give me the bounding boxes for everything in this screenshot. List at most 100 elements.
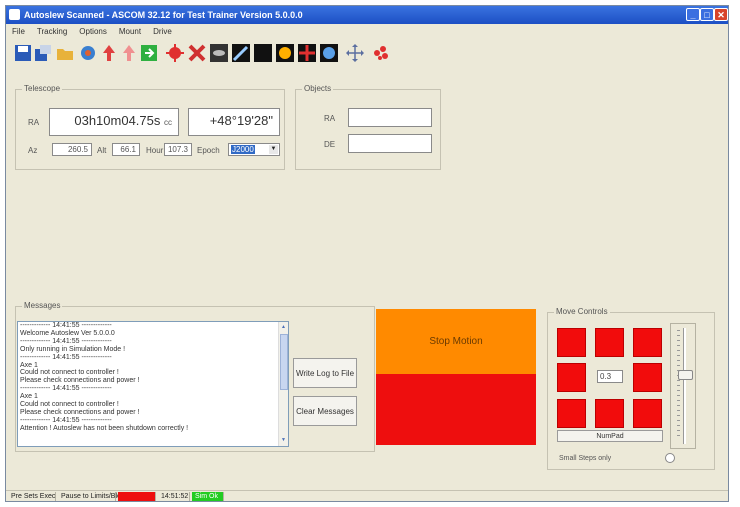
ra-label: RA — [28, 118, 40, 127]
objects-group: Objects RA DE — [295, 84, 441, 170]
messages-list[interactable]: ------------- 14:41:55 ------------- Welc… — [17, 321, 289, 447]
app-window: Autoslew Scanned - ASCOM 32.12 for Test … — [5, 5, 729, 502]
app-icon — [9, 9, 20, 20]
status-bar: Pre Sets Exec Pause to Limits/Ble 14:51:… — [6, 490, 728, 501]
comet-icon[interactable] — [232, 44, 250, 62]
menu-bar: File Tracking Options Mount Drive — [6, 25, 728, 39]
scroll-down-icon[interactable]: ▼ — [280, 437, 287, 444]
menu-options[interactable]: Options — [73, 25, 113, 39]
dec-display: +48°19'28" — [188, 108, 280, 136]
alt-label: Alt — [97, 146, 107, 155]
move-ne-button[interactable] — [633, 328, 662, 357]
menu-mount[interactable]: Mount — [113, 25, 147, 39]
epoch-value: J2000 — [231, 145, 255, 154]
maximize-button[interactable]: □ — [700, 8, 714, 21]
toolbar — [10, 41, 728, 67]
message-line: Axe 1 — [20, 393, 38, 401]
status-presets: Pre Sets Exec — [8, 492, 56, 501]
move-south-button[interactable] — [595, 399, 624, 428]
obj-ra-field — [348, 108, 432, 127]
status-error — [118, 492, 156, 501]
speed-slider[interactable] — [670, 323, 696, 449]
message-line: ------------- 14:41:55 ------------- — [20, 337, 112, 345]
moon-icon[interactable] — [254, 44, 272, 62]
window-title: Autoslew Scanned - ASCOM 32.12 for Test … — [24, 10, 303, 20]
move-icon[interactable] — [346, 44, 364, 62]
galaxy-icon[interactable] — [210, 44, 228, 62]
message-line: Could not connect to controller ! — [20, 369, 119, 377]
message-line: ------------- 14:41:55 ------------- — [20, 416, 112, 424]
az-label: Az — [28, 146, 38, 155]
close-button[interactable]: ✕ — [714, 8, 728, 21]
cluster-icon[interactable] — [372, 44, 390, 62]
message-line: ------------- 14:41:55 ------------- — [20, 353, 112, 361]
message-line: Please check connections and power ! — [20, 408, 140, 416]
messages-label: Messages — [22, 301, 63, 310]
chevron-down-icon[interactable]: ▼ — [269, 145, 278, 154]
move-west-button[interactable] — [557, 363, 586, 392]
alt-value: 66.1 — [112, 143, 140, 156]
exit-icon[interactable] — [140, 44, 158, 62]
move-sw-button[interactable] — [557, 399, 586, 428]
open-folder-icon[interactable] — [56, 44, 74, 62]
message-line: ------------- 14:41:55 ------------- — [20, 322, 112, 329]
move-nw-button[interactable] — [557, 328, 586, 357]
message-line: Please check connections and power ! — [20, 377, 140, 385]
numpad-button[interactable]: NumPad — [557, 430, 663, 442]
ra-unit: cc — [164, 118, 172, 127]
status-pause: Pause to Limits/Ble — [58, 492, 121, 501]
satellite-icon[interactable] — [188, 44, 206, 62]
scroll-up-icon[interactable]: ▲ — [280, 324, 287, 331]
move-north-button[interactable] — [595, 328, 624, 357]
connect-icon[interactable] — [34, 44, 52, 62]
write-log-button[interactable]: Write Log to File — [293, 358, 357, 388]
epoch-label: Epoch — [197, 146, 220, 155]
save-icon[interactable] — [14, 44, 32, 62]
move-se-button[interactable] — [633, 399, 662, 428]
ra-value: 03h10m04.75s — [74, 113, 161, 128]
stop-motion-button[interactable]: Stop Motion — [376, 309, 536, 374]
menu-tracking[interactable]: Tracking — [31, 25, 73, 39]
title-bar: Autoslew Scanned - ASCOM 32.12 for Test … — [6, 6, 728, 24]
status-time: 14:51:52 — [158, 492, 190, 501]
slider-thumb[interactable] — [678, 370, 693, 380]
message-line: Axe 1 — [20, 361, 38, 369]
message-line: Welcome Autoslew Ver 5.0.0.0 — [20, 329, 115, 337]
small-steps-label: Small Steps only — [559, 455, 612, 462]
message-line: Could not connect to controller ! — [20, 401, 119, 409]
park-icon[interactable] — [120, 44, 138, 62]
hour-value: 107.3 — [164, 143, 192, 156]
slider-track — [683, 328, 686, 444]
crosshair-icon[interactable] — [166, 44, 184, 62]
message-line: Only running in Simulation Mode ! — [20, 345, 126, 353]
hour-label: Hour — [146, 146, 164, 155]
obj-ra-label: RA — [324, 114, 336, 123]
objects-label: Objects — [302, 84, 334, 93]
telescope-group: Telescope RA 03h10m04.75s cc +48°19'28" … — [15, 84, 285, 170]
move-east-button[interactable] — [633, 363, 662, 392]
planet-icon[interactable] — [320, 44, 338, 62]
up-arrow-icon[interactable] — [100, 44, 118, 62]
clear-messages-button[interactable]: Clear Messages — [293, 396, 357, 426]
speed-input[interactable]: 0.3 — [597, 370, 623, 383]
az-value: 260.5 — [52, 143, 92, 156]
star-icon[interactable] — [298, 44, 316, 62]
obj-dec-label: DE — [324, 140, 336, 149]
messages-scrollbar[interactable]: ▲ ▼ — [278, 322, 288, 446]
menu-drive[interactable]: Drive — [147, 25, 178, 39]
scroll-thumb[interactable] — [280, 334, 288, 390]
status-panel[interactable] — [376, 374, 536, 445]
obj-dec-field — [348, 134, 432, 153]
small-steps-radio[interactable] — [665, 453, 675, 463]
minimize-button[interactable]: _ — [686, 8, 700, 21]
message-line: Attention ! Autoslew has not been shutdo… — [20, 424, 189, 432]
sync-icon[interactable] — [79, 44, 97, 62]
status-sim: Sim Ok — [192, 492, 224, 501]
sun-icon[interactable] — [276, 44, 294, 62]
telescope-label: Telescope — [22, 84, 63, 93]
dec-value: +48°19'28" — [209, 113, 273, 128]
epoch-select[interactable]: J2000 ▼ — [228, 143, 280, 156]
menu-file[interactable]: File — [6, 25, 31, 39]
slider-ticks — [677, 330, 680, 440]
move-controls-label: Move Controls — [554, 307, 610, 316]
